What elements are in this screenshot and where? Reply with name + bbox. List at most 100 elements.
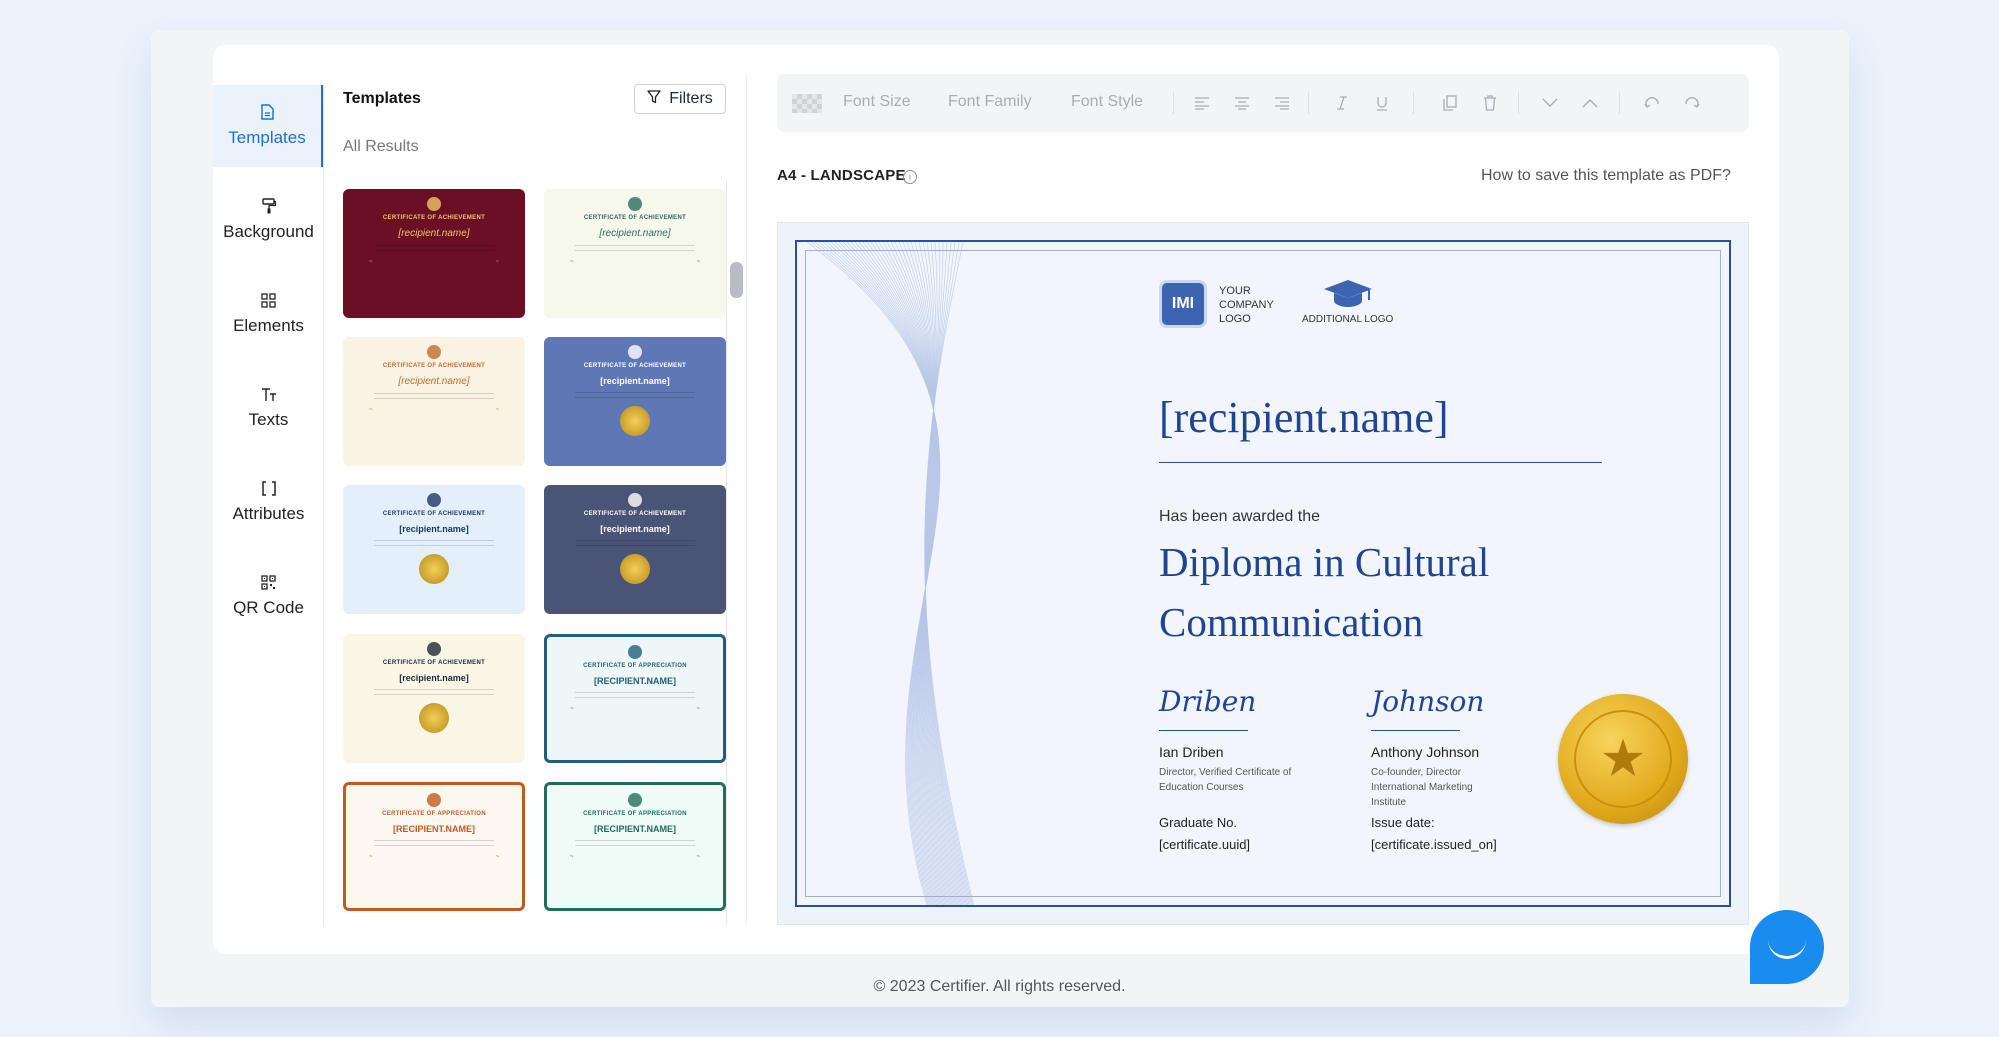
copy-icon[interactable] [1441,94,1459,112]
thumbnail-caption: CERTIFICATE OF ACHIEVEMENT [583,215,687,221]
rail-templates[interactable]: Templates [213,85,324,167]
panel-title: Templates [343,90,421,107]
rail-label: Background [223,222,314,241]
thumbnail-text-lines [374,393,494,399]
undo-icon[interactable] [1643,94,1661,112]
issue-date-label[interactable]: Issue date: [1371,815,1435,830]
chevron-up-icon[interactable] [1581,94,1599,112]
thumbnail-signatures: ~ ~ [369,259,499,265]
template-thumbnail[interactable]: CERTIFICATE OF APPRECIATION [RECIPIENT.NA… [544,782,726,911]
graduation-cap-icon[interactable] [1322,278,1374,308]
font-family-control[interactable]: Font Family [948,93,1032,111]
certificate-title[interactable]: Diploma in Cultural Communication [1159,532,1639,652]
thumbnail-caption: CERTIFICATE OF ACHIEVEMENT [382,215,486,221]
emblem-icon [628,345,642,359]
signer-2-role[interactable]: Co-founder, Director International Marke… [1371,765,1491,810]
graduate-value[interactable]: [certificate.uuid] [1159,837,1250,852]
rail-label: QR Code [233,598,304,617]
awarded-text[interactable]: Has been awarded the [1159,508,1320,526]
emblem-icon [628,793,642,807]
howto-pdf-link[interactable]: How to save this template as PDF? [1481,167,1731,185]
thumbnail-text-lines [575,245,695,251]
info-icon[interactable]: i [903,170,917,184]
template-thumbnail[interactable]: CERTIFICATE OF ACHIEVEMENT [recipient.nam… [544,337,726,466]
thumbnail-recipient: [recipient.name] [399,673,469,683]
template-thumbnail[interactable]: CERTIFICATE OF APPRECIATION [RECIPIENT.NA… [544,634,726,763]
recipient-name[interactable]: [recipient.name] [1159,392,1449,443]
thumbnail-caption: CERTIFICATE OF APPRECIATION [583,663,687,669]
chevron-down-icon[interactable] [1541,94,1559,112]
seal-icon [419,703,449,733]
color-swatch[interactable] [792,94,822,113]
emblem-icon [427,345,441,359]
template-thumbnail[interactable]: CERTIFICATE OF ACHIEVEMENT [recipient.nam… [343,485,525,614]
company-logo[interactable]: IMI [1159,280,1207,328]
emblem-icon [628,197,642,211]
qr-code-icon [261,574,277,590]
font-size-control[interactable]: Font Size [843,93,911,111]
rail-texts[interactable]: Texts [213,367,324,449]
align-left-icon[interactable] [1193,94,1211,112]
gold-medal[interactable]: ★ [1558,694,1688,824]
trash-icon[interactable] [1481,94,1499,112]
scrollbar-thumb[interactable] [730,262,743,298]
rail-background[interactable]: Background [213,179,324,261]
rail-divider [323,85,324,925]
rail-attributes[interactable]: Attributes [213,461,324,543]
font-style-control[interactable]: Font Style [1071,93,1143,111]
thumbnail-recipient: [recipient.name] [398,376,470,387]
signer-1-role[interactable]: Director, Verified Certificate of Educat… [1159,765,1299,795]
template-thumbnail[interactable]: CERTIFICATE OF ACHIEVEMENT [recipient.nam… [343,189,525,318]
thumbnail-signatures: ~ ~ [369,407,499,413]
align-right-icon[interactable] [1273,94,1291,112]
italic-icon[interactable] [1333,94,1351,112]
template-thumbnail[interactable]: CERTIFICATE OF ACHIEVEMENT [recipient.nam… [343,634,525,763]
thumbnail-text-lines [575,540,695,546]
rail-elements[interactable]: Elements [213,273,324,355]
thumbnail-recipient: [recipient.name] [600,376,670,386]
thumbnail-caption: CERTIFICATE OF ACHIEVEMENT [583,363,687,369]
rail-label: Elements [233,316,304,335]
thumbnail-recipient: [RECIPIENT.NAME] [392,824,475,834]
company-logo-text: YOUR COMPANY LOGO [1219,285,1274,325]
thumbnail-recipient: [recipient.name] [600,524,670,534]
emblem-icon [628,493,642,507]
template-thumbnail[interactable]: CERTIFICATE OF APPRECIATION [RECIPIENT.NA… [343,782,525,911]
rail-label: Texts [248,410,289,429]
template-thumbnail[interactable]: CERTIFICATE OF ACHIEVEMENT [recipient.nam… [343,337,525,466]
seal-icon [419,554,449,584]
thumbnail-text-lines [374,245,494,251]
toolbar-divider [1619,92,1620,114]
thumbnail-caption: CERTIFICATE OF ACHIEVEMENT [382,363,486,369]
template-thumbnail[interactable]: CERTIFICATE OF ACHIEVEMENT [recipient.nam… [544,485,726,614]
graduate-label[interactable]: Graduate No. [1159,815,1237,830]
seal-icon [620,554,650,584]
rail-label: Attributes [232,504,305,523]
signature-2[interactable]: Johnson [1371,685,1484,718]
signer-2-name[interactable]: Anthony Johnson [1371,744,1479,760]
rail-qr-code[interactable]: QR Code [213,555,324,637]
format-toolbar: Font Size Font Family Font Style [777,74,1749,132]
certificate-canvas[interactable]: IMI YOUR COMPANY LOGO ADDITIONAL LOGO [r… [795,240,1731,907]
template-thumbnail[interactable]: CERTIFICATE OF ACHIEVEMENT [recipient.nam… [544,189,726,318]
signature-1[interactable]: Driben [1159,685,1256,718]
panel-separator [746,74,747,924]
thumbnail-recipient: [recipient.name] [399,524,469,534]
thumbnail-recipient: [recipient.name] [398,228,470,239]
footer-text: © 2023 Certifier. All rights reserved. [873,978,1126,995]
thumbnail-caption: CERTIFICATE OF ACHIEVEMENT [382,511,486,517]
signer-1-name[interactable]: Ian Driben [1159,744,1224,760]
thumbnail-recipient: [RECIPIENT.NAME] [593,824,676,834]
underline-icon[interactable] [1373,94,1391,112]
rail-label: Templates [228,128,306,147]
issue-date-value[interactable]: [certificate.issued_on] [1371,837,1497,852]
star-icon: ★ [1574,710,1672,808]
align-center-icon[interactable] [1233,94,1251,112]
filters-button[interactable]: Filters [634,84,726,114]
chat-widget-button[interactable] [1750,910,1824,984]
thumbnail-signatures: ~ ~ [570,706,700,712]
emblem-icon [427,493,441,507]
redo-icon[interactable] [1683,94,1701,112]
signature-line [1371,730,1460,731]
recipient-underline [1159,462,1602,463]
